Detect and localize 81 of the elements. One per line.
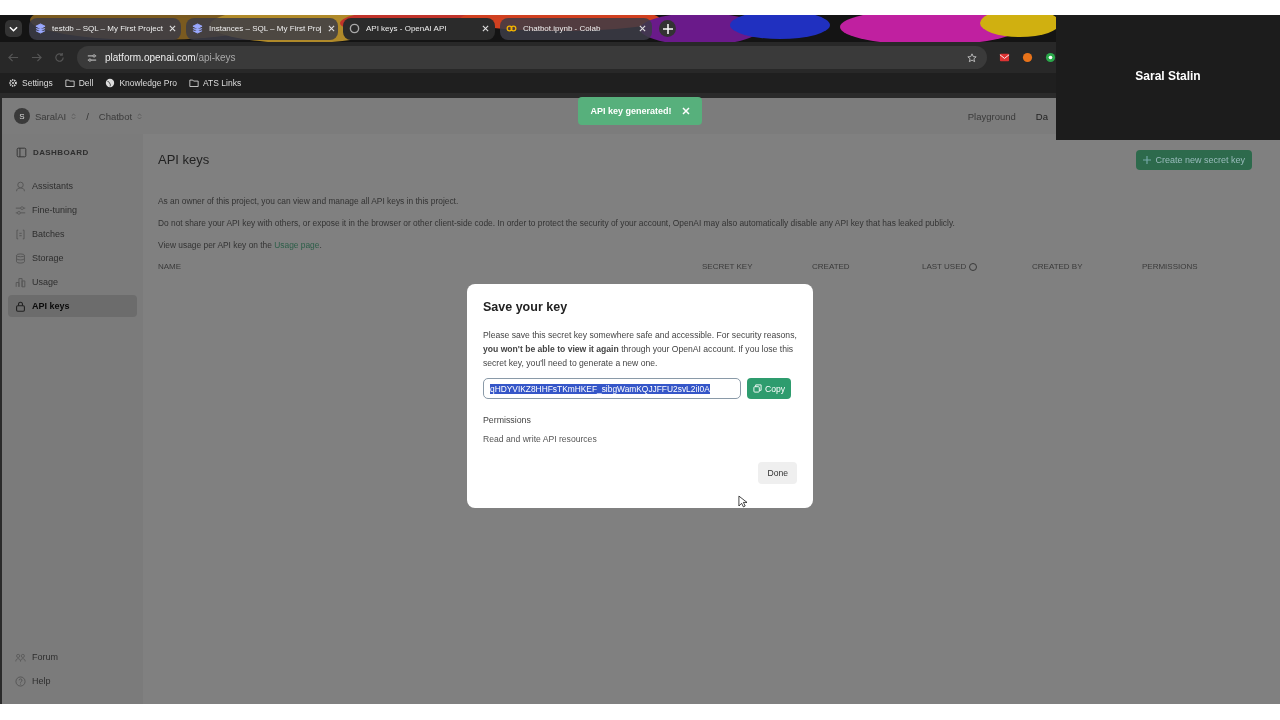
sidebar-heading[interactable]: DASHBOARD	[8, 142, 137, 163]
bar-chart-icon	[15, 276, 26, 288]
tab-list-button[interactable]	[5, 20, 22, 37]
settings-icon	[8, 78, 18, 88]
secret-key-value: qHDYVIKZ8HHFsTKmHKEF_sibgWamKQJJFFU2svL2iI0A	[490, 383, 710, 394]
browser-tab[interactable]: API keys - OpenAI API	[343, 17, 495, 40]
sidebar-icon	[16, 147, 27, 158]
tab-title: Chatbot.ipynb - Colab	[523, 24, 602, 33]
copy-icon	[753, 384, 762, 393]
bookmark[interactable]: Knowledge Pro	[105, 78, 178, 88]
sidebar-item[interactable]: Fine-tuning	[8, 199, 137, 221]
extension-icon[interactable]	[999, 52, 1010, 63]
stack-icon	[35, 23, 46, 34]
page-title: API keys	[158, 151, 210, 167]
tab-title: Instances – SQL – My First Proj	[209, 24, 322, 33]
url-host: platform.openai.com	[105, 52, 196, 63]
plus-icon	[1143, 156, 1152, 164]
chevron-down-icon	[9, 25, 18, 32]
organization-switcher[interactable]: S SaralAI	[14, 108, 77, 124]
folder-icon	[189, 78, 200, 88]
description-text: As an owner of this project, you can view and manage all API keys in this project.	[158, 196, 460, 206]
tab-title: API keys - OpenAI API	[366, 24, 448, 33]
globe-icon	[105, 78, 116, 88]
secret-key-field[interactable]: qHDYVIKZ8HHFsTKmHKEF_sibgWamKQJJFFU2svL2iI0A	[483, 378, 741, 399]
sidebar-item[interactable]: Batches	[8, 223, 137, 245]
nav-link[interactable]: Playground	[967, 110, 1016, 122]
close-icon[interactable]	[327, 25, 335, 32]
people-icon	[15, 651, 26, 663]
url-path: /api-keys	[195, 52, 236, 63]
done-button[interactable]: Done	[758, 462, 797, 484]
sidebar-item[interactable]: Help	[8, 670, 137, 692]
bookmark[interactable]: Settings	[8, 78, 53, 88]
lock-icon	[15, 300, 26, 312]
description-text: View usage per API key on the Usage page.	[158, 240, 323, 250]
dialog-title: Save your key	[483, 300, 569, 314]
stack-icon	[192, 23, 203, 34]
browser-tab[interactable]: testdb – SQL – My First Project	[29, 17, 181, 40]
toast-text: API key generated!	[590, 106, 672, 116]
help-icon	[15, 675, 26, 687]
sidebar-item[interactable]: Usage	[8, 271, 137, 293]
folder-icon	[64, 78, 75, 88]
close-icon[interactable]	[482, 25, 489, 32]
sidebar-item[interactable]: Forum	[8, 646, 137, 668]
create-key-button[interactable]: Create new secret key	[1136, 150, 1252, 170]
project-switcher[interactable]: Chatbot	[98, 110, 143, 122]
database-icon	[15, 252, 26, 264]
extension-icon[interactable]	[1045, 52, 1056, 63]
participant-name: Saral Stalin	[1135, 69, 1201, 83]
brackets-icon	[15, 228, 26, 240]
star-icon[interactable]	[967, 52, 977, 63]
column-header: PERMISSIONS	[1142, 262, 1198, 271]
bookmark[interactable]: Dell	[64, 78, 94, 88]
dialog-message: Please save this secret key somewhere safe and accessible. For security reasons, you won't be able to view it again through your OpenAI account. If you lose this secret key, you'll need to generate a new one.	[483, 329, 797, 370]
rings-icon	[506, 23, 517, 34]
browser-tab[interactable]: Instances – SQL – My First Proj	[186, 17, 338, 40]
bookmark[interactable]: ATS Links	[189, 78, 242, 88]
permissions-label: Permissions	[483, 415, 532, 425]
nav-link[interactable]: Da	[1035, 110, 1048, 122]
site-settings-icon	[87, 52, 97, 63]
column-header: CREATED	[812, 262, 850, 271]
column-header: LAST USED	[922, 262, 967, 271]
sidebar-heading-text: DASHBOARD	[33, 148, 89, 157]
sidebar-item[interactable]: API keys	[8, 295, 137, 317]
sidebar-item[interactable]: Storage	[8, 247, 137, 269]
copy-button[interactable]: Copy	[747, 378, 792, 399]
description-text: Do not share your API key with others, or expose it in the browser or other client-side code. In order to protect the security of your account, OpenAI may also automatically disable any API key that has leaked publicly.	[158, 218, 956, 228]
updown-icon	[71, 111, 77, 121]
close-icon[interactable]	[168, 25, 176, 32]
plus-icon	[662, 23, 673, 34]
column-header: NAME	[158, 262, 182, 271]
updown-icon	[137, 111, 143, 121]
permissions-value: Read and write API resources	[483, 434, 598, 444]
avatar-initial: S	[14, 108, 30, 124]
close-icon[interactable]	[639, 25, 646, 32]
sliders-icon	[15, 204, 26, 216]
tab-title: testdb – SQL – My First Project	[52, 24, 163, 33]
address-bar[interactable]: platform.openai.com/api-keys	[77, 46, 987, 69]
column-header: SECRET KEY	[702, 262, 753, 271]
sidebar-item[interactable]: Assistants	[8, 175, 137, 197]
breadcrumb-separator: /	[86, 110, 89, 122]
browser-tab[interactable]: Chatbot.ipynb - Colab	[500, 17, 652, 40]
